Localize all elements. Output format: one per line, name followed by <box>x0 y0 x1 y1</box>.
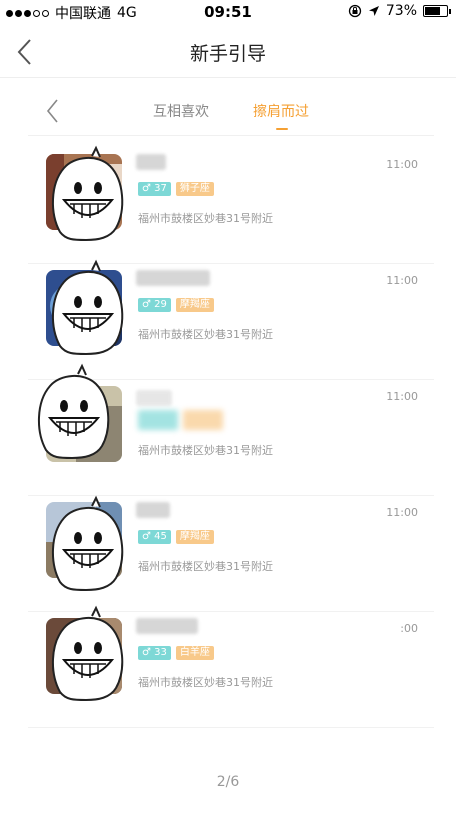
item-badges: ♂ 37 狮子座 <box>138 182 214 196</box>
cartoon-mascot-sticker <box>37 363 110 460</box>
location-arrow-icon <box>368 6 379 16</box>
zodiac-badge: 狮子座 <box>175 182 214 196</box>
battery-percent: 73% <box>385 3 417 19</box>
item-time: :00 <box>400 622 418 635</box>
navigation-bar: 新手引导 <box>0 24 456 78</box>
gender-age-badge: ♂ 37 <box>138 182 171 196</box>
item-time: 11:00 <box>386 506 418 519</box>
item-location: 福州市鼓楼区妙巷31号附近 <box>138 444 273 457</box>
item-badges: ♂ 45 摩羯座 <box>138 530 214 544</box>
item-location: 福州市鼓楼区妙巷31号附近 <box>138 328 273 341</box>
page-title: 新手引导 <box>189 43 266 65</box>
page-indicator: 2/6 <box>216 774 240 790</box>
battery-icon <box>423 5 451 17</box>
name-redacted <box>136 390 172 406</box>
zodiac-badge: 摩羯座 <box>175 530 214 544</box>
active-tab-indicator <box>276 128 288 130</box>
name-redacted <box>136 618 198 634</box>
zodiac-badge <box>183 410 223 430</box>
cartoon-mascot-sticker <box>51 145 124 242</box>
gender-age-badge: ♂ 29 <box>138 298 171 312</box>
item-location: 福州市鼓楼区妙巷31号附近 <box>138 676 273 689</box>
name-redacted <box>136 154 166 170</box>
status-bar: 中国联通 4G 09:51 73% <box>0 0 456 24</box>
name-redacted <box>136 270 210 286</box>
zodiac-badge: 摩羯座 <box>175 298 214 312</box>
cartoon-mascot-sticker <box>51 605 124 702</box>
cartoon-mascot-sticker <box>51 495 124 592</box>
status-indicators: 73% <box>348 3 451 19</box>
name-redacted <box>136 502 170 518</box>
item-time: 11:00 <box>386 274 418 287</box>
item-location: 福州市鼓楼区妙巷31号附近 <box>138 212 273 225</box>
tab-mutual-like[interactable]: 互相喜欢 <box>153 101 209 121</box>
item-location: 福州市鼓楼区妙巷31号附近 <box>138 560 273 573</box>
item-badges: ♂ 33 白羊座 <box>138 646 214 660</box>
zodiac-badge: 白羊座 <box>175 646 214 660</box>
orientation-lock-icon <box>348 4 362 18</box>
gender-age-badge <box>138 410 178 430</box>
tab-bar: 互相喜欢 擦肩而过 <box>28 84 434 136</box>
item-time: 11:00 <box>386 390 418 403</box>
gender-age-badge: ♂ 45 <box>138 530 171 544</box>
cartoon-mascot-sticker <box>51 259 124 356</box>
item-badges <box>138 410 223 430</box>
tab-passed-by[interactable]: 擦肩而过 <box>253 101 309 121</box>
item-time: 11:00 <box>386 158 418 171</box>
panel-back-arrow-icon[interactable] <box>44 98 62 124</box>
item-badges: ♂ 29 摩羯座 <box>138 298 214 312</box>
gender-age-badge: ♂ 33 <box>138 646 171 660</box>
